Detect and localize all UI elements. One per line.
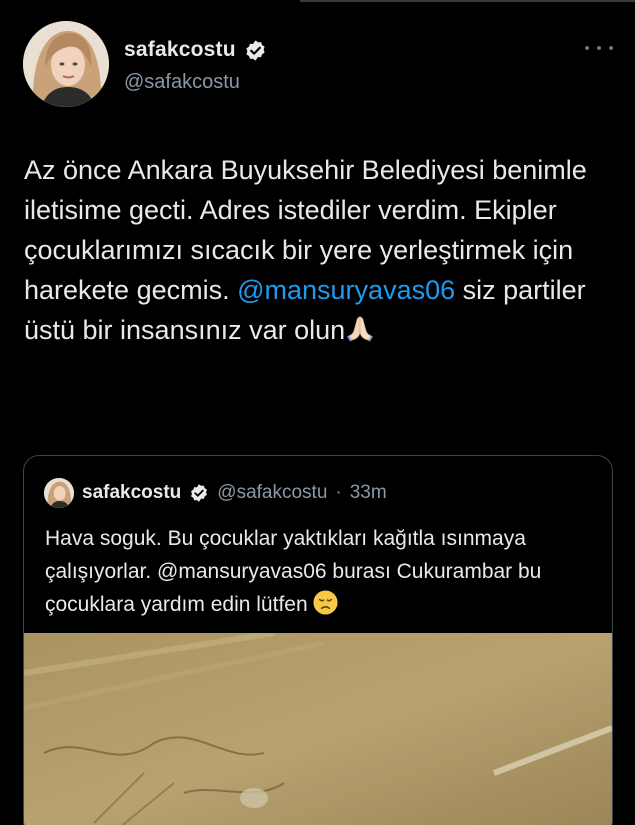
quoted-tweet-text: Hava soguk. Bu çocuklar yaktıkları kağıt… xyxy=(45,522,605,621)
quoted-author-handle: @safakcostu xyxy=(217,482,328,503)
quoted-avatar xyxy=(44,478,74,508)
verified-badge-icon xyxy=(189,483,209,503)
mention-link[interactable]: @mansuryavas06 xyxy=(237,275,455,305)
author-name-row: safakcostu xyxy=(124,38,267,62)
quoted-tweet-card[interactable]: safakcostu @safakcostu · 33m Hava soguk.… xyxy=(23,455,613,825)
quoted-text-body: Hava soguk. Bu çocuklar yaktıkları kağıt… xyxy=(45,527,548,616)
tweet-header: safakcostu @safakcostu xyxy=(23,21,613,111)
avatar[interactable] xyxy=(23,21,109,107)
quoted-tweet-photo[interactable] xyxy=(24,633,612,825)
author-handle[interactable]: @safakcostu xyxy=(124,71,240,94)
tweet-text: Az önce Ankara Buyuksehir Belediyesi ben… xyxy=(24,150,619,350)
quoted-author-name: safakcostu xyxy=(82,482,182,503)
verified-badge-icon xyxy=(244,39,267,62)
folded-hands-icon xyxy=(345,313,375,343)
quoted-tweet-header: safakcostu @safakcostu · 33m xyxy=(44,478,387,508)
quoted-timestamp: 33m xyxy=(349,482,387,503)
tweet-screenshot: safakcostu @safakcostu Az önce Ankara Bu… xyxy=(0,0,635,825)
disappointed-face-icon xyxy=(312,589,339,616)
author-display-name[interactable]: safakcostu xyxy=(124,38,236,62)
more-options-icon[interactable] xyxy=(585,43,613,53)
quoted-separator: · xyxy=(335,482,342,503)
top-edge-divider xyxy=(300,0,635,2)
